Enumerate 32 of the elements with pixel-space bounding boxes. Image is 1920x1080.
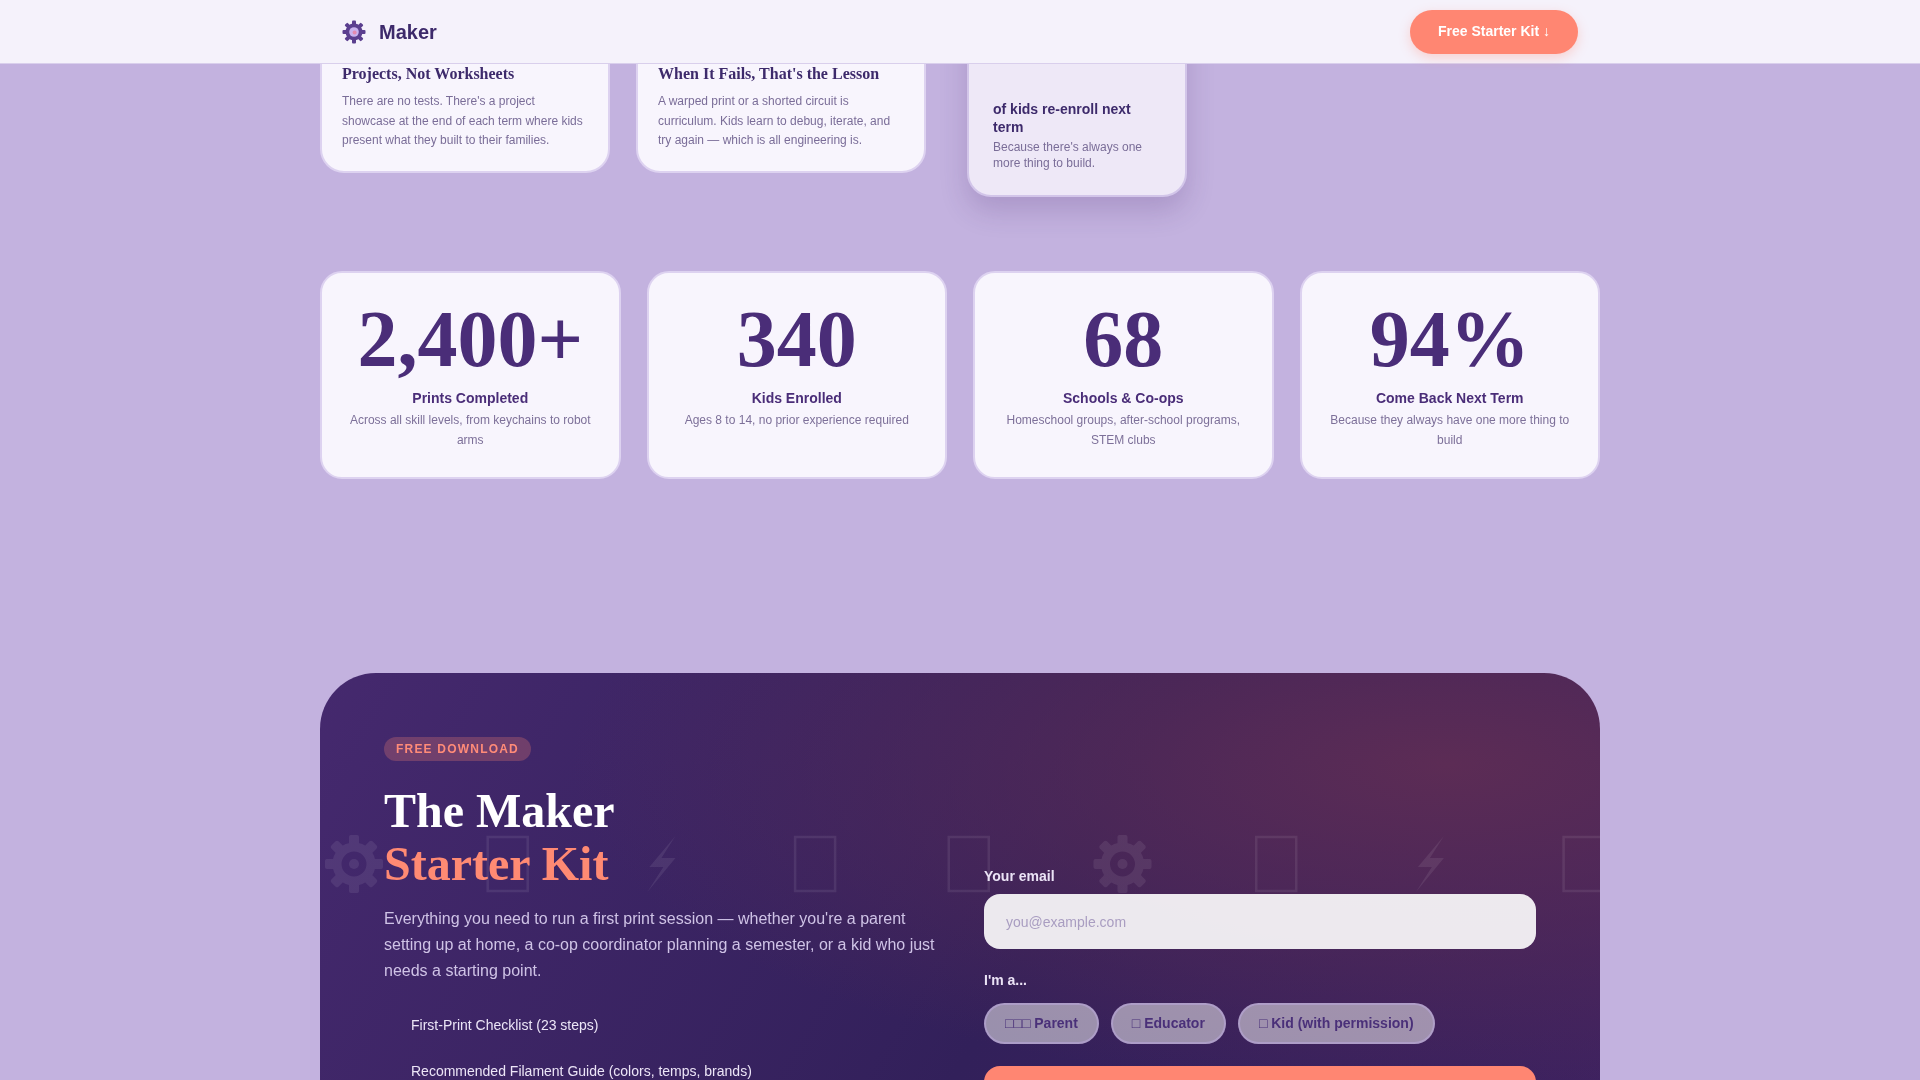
kit-item: First-Print Checklist (23 steps) [411,1015,600,1035]
card-text: There are no tests. There's a project showcase at the end of each term where kids present what they built to their families. [342,93,584,149]
stat-label: Come Back Next Term [1374,389,1525,408]
stat-value: 340 [735,299,858,379]
stat-value: 68 [1082,299,1165,379]
stat-label: Kids Enrolled [750,389,843,408]
card-text: A warped print or a shorted circuit is curriculum. Kids learn to debug, iterate, and try again — which is all engineering is. [658,93,892,149]
stat-label: Prints Completed [411,389,530,408]
free-download-badge: FREE DOWNLOAD [384,737,531,761]
stat-text: Across all skill levels, from keychains to robot arms [348,412,592,449]
role-label: I'm a... [984,971,1028,990]
kit-item: Recommended Filament Guide (colors, temps, brands) [411,1062,753,1080]
role-option[interactable]: □ Educator [1110,1003,1226,1044]
card-title: When It Fails, That's the Lesson [658,64,881,84]
stat-text: Because they always have one more thing to build [1329,412,1571,449]
stat-value: 2,400+ [356,299,585,379]
highlight-text: Because there's always one more thing to build. [993,139,1144,171]
role-option[interactable]: □ Kid (with permission) [1237,1003,1435,1044]
starter-kit-button[interactable]: Free Starter Kit ↓ [1409,9,1578,54]
card-title: Projects, Not Worksheets [342,64,516,84]
email-field[interactable]: you@example.com [984,894,1536,949]
highlight-label: of kids re-enroll next term [993,100,1132,136]
kit-heading: The Maker Starter Kit [384,785,616,891]
brand-name[interactable]: Maker [379,21,437,42]
kit-description: Everything you need to run a first print session — whether you're a parent setting up at home, a co-op coordinator planning a semester, or a kid who just needs a starting point. [384,908,936,982]
email-label: Your email [984,867,1056,886]
stat-label: Schools & Co-ops [1061,389,1185,408]
gear-icon [342,19,366,44]
stat-value: 94% [1368,299,1531,379]
stat-text: Ages 8 to 14, no prior experience required [683,412,910,429]
stat-text: Homeschool groups, after-school programs, STEM clubs [1005,412,1241,449]
role-option[interactable]: □□□ Parent [984,1003,1099,1044]
